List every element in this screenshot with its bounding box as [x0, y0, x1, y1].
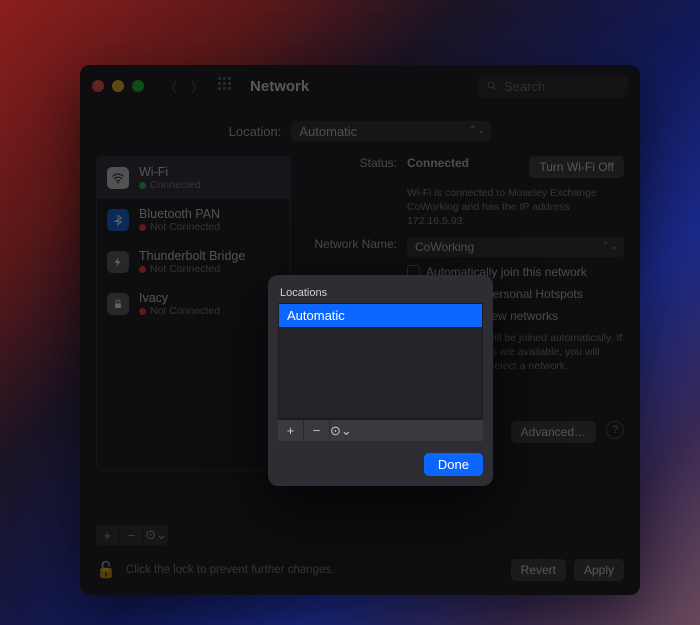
- status-dot-icon: [139, 182, 146, 189]
- location-value: Automatic: [299, 124, 357, 139]
- locations-modal: Locations Automatic + − ⊙⌄ Done: [268, 275, 493, 486]
- location-actions-button[interactable]: ⊙⌄: [330, 420, 483, 441]
- search-icon: [486, 80, 498, 92]
- window-controls: [92, 80, 144, 92]
- add-location-button[interactable]: +: [278, 420, 304, 441]
- status-dot-icon: [139, 224, 146, 231]
- status-dot-icon: [139, 266, 146, 273]
- location-item-automatic[interactable]: Automatic: [279, 304, 482, 327]
- location-row: Location: Automatic ⌃⌄: [96, 121, 624, 142]
- sidebar-item-label: Thunderbolt Bridge: [139, 249, 245, 263]
- search-field[interactable]: Search: [478, 75, 628, 98]
- sidebar-toolbar: + − ⊙⌄: [96, 525, 624, 545]
- location-select[interactable]: Automatic ⌃⌄: [291, 121, 491, 142]
- thunderbolt-icon: [107, 251, 129, 273]
- locations-toolbar: + − ⊙⌄: [278, 419, 483, 441]
- forward-button[interactable]: 〉: [191, 77, 204, 96]
- sidebar-item-label: Ivacy: [139, 291, 220, 305]
- chevron-updown-icon: ⌃⌄: [469, 125, 486, 136]
- advanced-button[interactable]: Advanced…: [511, 421, 596, 443]
- wifi-off-button[interactable]: Turn Wi-Fi Off: [529, 156, 624, 178]
- sidebar-item-ivacy[interactable]: IvacyNot Connected: [97, 283, 290, 325]
- interfaces-sidebar: Wi-FiConnected Bluetooth PANNot Connecte…: [96, 156, 291, 471]
- sidebar-item-label: Wi-Fi: [139, 165, 201, 179]
- locations-label: Locations: [280, 287, 483, 299]
- location-label: Location:: [229, 124, 282, 139]
- nav-controls: 〈 〉: [164, 77, 232, 96]
- network-name-select[interactable]: CoWorking⌃⌄: [407, 237, 624, 257]
- minimize-window-button[interactable]: [112, 80, 124, 92]
- status-label: Status:: [307, 156, 397, 170]
- help-button[interactable]: ?: [606, 421, 624, 439]
- zoom-window-button[interactable]: [132, 80, 144, 92]
- revert-button[interactable]: Revert: [511, 559, 566, 581]
- interface-actions-button[interactable]: ⊙⌄: [144, 525, 168, 545]
- sidebar-item-bluetooth[interactable]: Bluetooth PANNot Connected: [97, 199, 290, 241]
- window-title: Network: [250, 78, 468, 95]
- done-button[interactable]: Done: [424, 453, 483, 476]
- status-dot-icon: [139, 308, 146, 315]
- network-name-label: Network Name:: [307, 237, 397, 251]
- lock-text: Click the lock to prevent further change…: [126, 564, 334, 576]
- apply-button[interactable]: Apply: [574, 559, 624, 581]
- add-interface-button[interactable]: +: [96, 525, 120, 545]
- status-detail: Wi-Fi is connected to Moseley Exchange C…: [407, 186, 624, 229]
- chevron-updown-icon: ⌃⌄: [601, 241, 618, 252]
- status-value: Connected: [407, 156, 469, 170]
- lock-row: 🔓 Click the lock to prevent further chan…: [96, 559, 624, 581]
- sidebar-item-thunderbolt[interactable]: Thunderbolt BridgeNot Connected: [97, 241, 290, 283]
- close-window-button[interactable]: [92, 80, 104, 92]
- sidebar-item-wifi[interactable]: Wi-FiConnected: [97, 157, 290, 199]
- unlock-icon[interactable]: 🔓: [96, 560, 116, 580]
- show-all-button[interactable]: [218, 77, 232, 91]
- bluetooth-icon: [107, 209, 129, 231]
- lock-icon: [107, 293, 129, 315]
- remove-interface-button[interactable]: −: [120, 525, 144, 545]
- search-placeholder: Search: [504, 79, 545, 94]
- remove-location-button[interactable]: −: [304, 420, 330, 441]
- sidebar-item-label: Bluetooth PAN: [139, 207, 220, 221]
- locations-listbox[interactable]: Automatic: [278, 303, 483, 419]
- back-button[interactable]: 〈: [164, 77, 177, 96]
- titlebar: 〈 〉 Network Search: [80, 65, 640, 107]
- wifi-icon: [107, 167, 129, 189]
